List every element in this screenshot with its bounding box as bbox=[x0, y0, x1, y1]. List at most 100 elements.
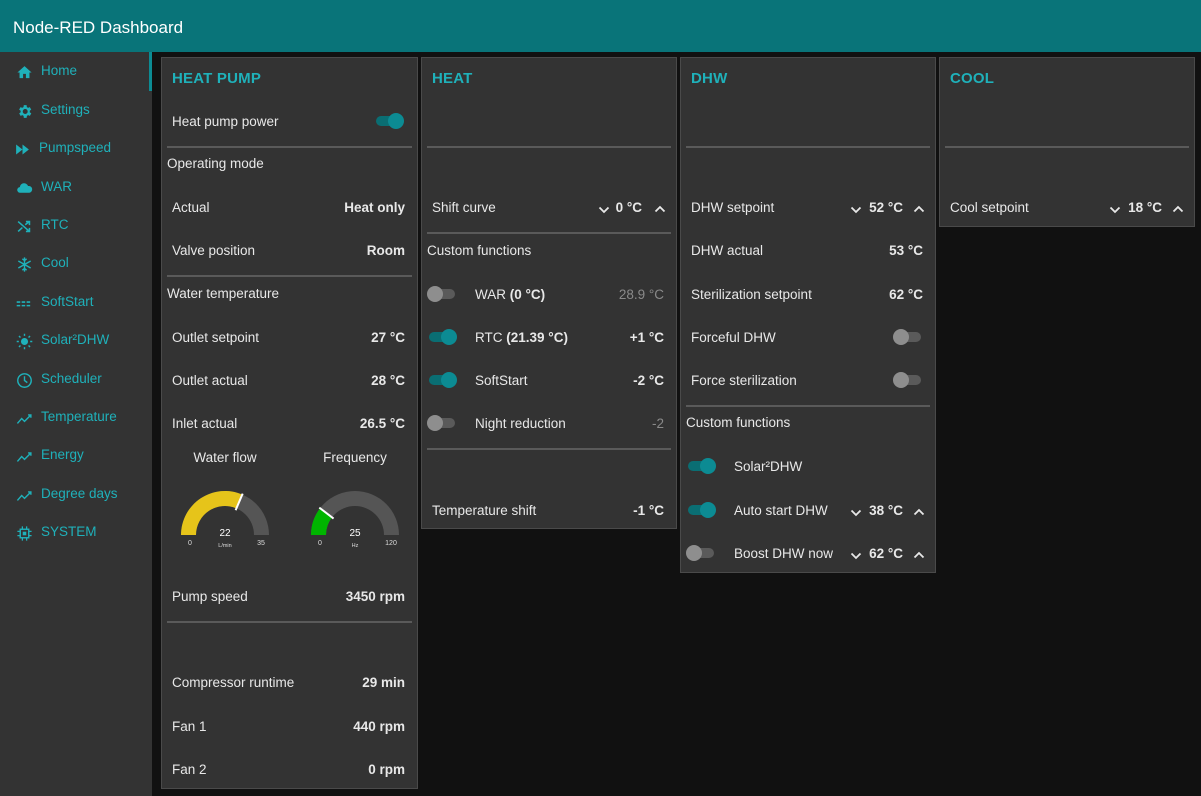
force-sterilization-row: Force sterilization bbox=[681, 361, 935, 401]
sterilization-setpoint-row: Sterilization setpoint 62 °C bbox=[681, 275, 935, 315]
row-label: Inlet actual bbox=[172, 416, 238, 431]
row-label: Auto start DHW bbox=[734, 503, 828, 518]
row-label: Heat pump power bbox=[172, 114, 279, 129]
row-label: DHW setpoint bbox=[691, 200, 775, 215]
chevron-down-icon[interactable] bbox=[598, 204, 610, 216]
row-value: 27 °C bbox=[371, 330, 405, 345]
sidebar-item-solar2dhw[interactable]: Solar²DHW bbox=[0, 326, 149, 356]
fan2-row: Fan 2 0 rpm bbox=[162, 750, 417, 790]
sidebar-item-energy[interactable]: Energy bbox=[0, 441, 149, 471]
row-label: Valve position bbox=[172, 243, 256, 258]
chevron-down-icon[interactable] bbox=[850, 204, 862, 216]
title-bar: Node-RED Dashboard bbox=[0, 0, 1201, 52]
sidebar-item-label: Settings bbox=[41, 102, 90, 117]
sidebar-item-label: SYSTEM bbox=[41, 524, 97, 539]
row-label: Fan 2 bbox=[172, 762, 207, 777]
divider bbox=[686, 146, 930, 148]
dhw-actual-row: DHW actual 53 °C bbox=[681, 231, 935, 271]
rtc-toggle[interactable] bbox=[427, 327, 457, 347]
sidebar-item-system[interactable]: SYSTEM bbox=[0, 518, 149, 548]
chevron-up-icon[interactable] bbox=[654, 203, 666, 215]
sidebar-item-rtc[interactable]: RTC bbox=[0, 211, 149, 241]
sidebar-item-home[interactable]: Home bbox=[0, 57, 149, 87]
cloud-icon bbox=[17, 183, 33, 193]
row-label: Boost DHW now bbox=[734, 546, 834, 561]
active-indicator bbox=[149, 52, 152, 91]
row-value: 62 °C bbox=[889, 287, 923, 302]
row-value: 53 °C bbox=[889, 243, 923, 258]
group-label: Water temperature bbox=[167, 286, 280, 301]
sidebar-item-label: Scheduler bbox=[41, 371, 102, 386]
temperature-shift-row: Temperature shift -1 °C bbox=[422, 491, 676, 531]
row-label: RTC (21.39 °C) bbox=[475, 330, 568, 345]
compressor-runtime-row: Compressor runtime 29 min bbox=[162, 663, 417, 703]
row-value: 440 rpm bbox=[353, 719, 405, 734]
chevron-down-icon[interactable] bbox=[850, 507, 862, 519]
war-toggle[interactable] bbox=[427, 284, 457, 304]
sidebar-item-temperature[interactable]: Temperature bbox=[0, 403, 149, 433]
water-flow-label: Water flow bbox=[193, 450, 257, 465]
line-chart-icon bbox=[16, 452, 32, 462]
clock-icon bbox=[17, 373, 32, 388]
divider bbox=[167, 275, 412, 277]
shift-curve-row: Shift curve 0 °C bbox=[422, 188, 676, 228]
sidebar-item-label: WAR bbox=[41, 179, 72, 194]
dashed-lines-icon bbox=[16, 301, 31, 307]
gauge-unit: Hz bbox=[352, 543, 359, 549]
row-value: -2 bbox=[651, 416, 664, 431]
solar2dhw-row: Solar²DHW bbox=[681, 447, 935, 487]
actual-mode-row: Actual Heat only bbox=[162, 188, 417, 228]
row-label: Sterilization setpoint bbox=[691, 287, 812, 302]
sidebar-item-scheduler[interactable]: Scheduler bbox=[0, 365, 149, 395]
sidebar-item-label: Solar²DHW bbox=[41, 332, 110, 347]
forceful-dhw-toggle[interactable] bbox=[893, 327, 923, 347]
group-label: Custom functions bbox=[686, 415, 791, 430]
shuffle-icon bbox=[17, 220, 31, 233]
chevron-up-icon[interactable] bbox=[913, 203, 925, 215]
night-reduction-row: Night reduction -2 bbox=[422, 404, 676, 444]
sidebar-item-label: Home bbox=[41, 63, 78, 78]
row-value: Heat only bbox=[344, 200, 405, 215]
force-sterilization-toggle[interactable] bbox=[893, 370, 923, 390]
sidebar-item-softstart[interactable]: SoftStart bbox=[0, 288, 149, 318]
group-label: Custom functions bbox=[427, 243, 532, 258]
sidebar-item-label: Temperature bbox=[41, 409, 117, 424]
row-value: 28.9 °C bbox=[618, 287, 664, 302]
solar2dhw-toggle[interactable] bbox=[686, 456, 716, 476]
frequency-label: Frequency bbox=[323, 450, 387, 465]
sidebar-item-pumpspeed[interactable]: Pumpspeed bbox=[0, 134, 149, 164]
sidebar-item-cool[interactable]: Cool bbox=[0, 249, 149, 279]
sidebar-item-label: SoftStart bbox=[41, 294, 94, 309]
sidebar-item-label: Cool bbox=[41, 255, 69, 270]
chevron-down-icon[interactable] bbox=[1109, 204, 1121, 216]
gauge-max: 120 bbox=[385, 540, 397, 547]
chevron-up-icon[interactable] bbox=[913, 506, 925, 518]
sidebar-item-war[interactable]: WAR bbox=[0, 173, 149, 203]
divider bbox=[167, 146, 412, 148]
heat-pump-power-toggle[interactable] bbox=[374, 111, 404, 131]
night-reduction-toggle[interactable] bbox=[427, 413, 457, 433]
auto-start-dhw-toggle[interactable] bbox=[686, 500, 716, 520]
row-value: 28 °C bbox=[371, 373, 405, 388]
gauge-value: 25 bbox=[349, 528, 361, 539]
fan1-row: Fan 1 440 rpm bbox=[162, 707, 417, 747]
row-value: 52 °C bbox=[869, 200, 903, 215]
water-flow-gauge: 22 0 35 L/min bbox=[181, 491, 269, 549]
cool-card: COOL Cool setpoint 18 °C bbox=[939, 57, 1195, 227]
card-title: HEAT bbox=[432, 70, 473, 87]
outlet-actual-row: Outlet actual 28 °C bbox=[162, 361, 417, 401]
row-label: Force sterilization bbox=[691, 373, 797, 388]
boost-dhw-toggle[interactable] bbox=[686, 543, 716, 563]
pump-speed-row: Pump speed 3450 rpm bbox=[162, 577, 417, 617]
chevron-up-icon[interactable] bbox=[913, 549, 925, 561]
chevron-up-icon[interactable] bbox=[1172, 203, 1184, 215]
divider bbox=[686, 405, 930, 407]
softstart-toggle[interactable] bbox=[427, 370, 457, 390]
chevron-down-icon[interactable] bbox=[850, 550, 862, 562]
sidebar-item-degree-days[interactable]: Degree days bbox=[0, 480, 149, 510]
snowflake-icon bbox=[17, 257, 32, 272]
row-label: Compressor runtime bbox=[172, 675, 295, 690]
sidebar-item-settings[interactable]: Settings bbox=[0, 96, 149, 126]
row-label: Solar²DHW bbox=[734, 459, 803, 474]
row-label: Temperature shift bbox=[432, 503, 537, 518]
